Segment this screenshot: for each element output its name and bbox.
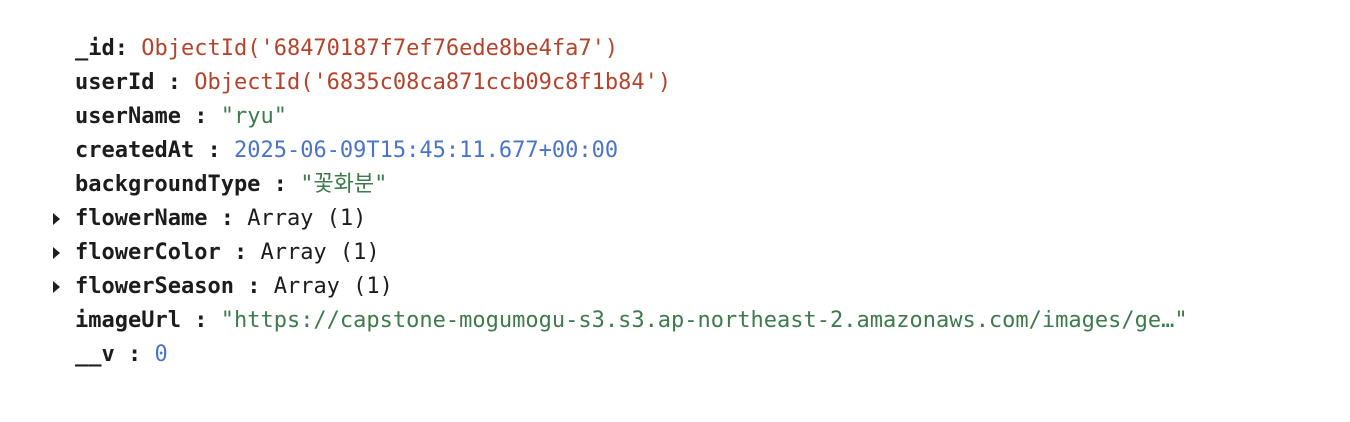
- field-value: Array (1): [260, 240, 380, 265]
- field-value: 2025-06-09T15:45:11.677+00:00: [233, 138, 619, 163]
- field-key: _id: [75, 36, 115, 61]
- field-value: 0: [154, 342, 168, 367]
- field-row-createdat: createdAt : 2025-06-09T15:45:11.677+00:0…: [48, 134, 1188, 168]
- field-value: "꽃화분": [300, 172, 388, 197]
- field-value: Array (1): [247, 206, 367, 231]
- caret-right-icon[interactable]: [50, 270, 64, 304]
- field-separator: :: [114, 342, 155, 367]
- field-value: ObjectId('6835c08ca871ccb09c8f1b84'): [194, 70, 672, 95]
- field-key: backgroundType: [75, 172, 261, 197]
- field-row-backgroundtype: backgroundType : "꽃화분": [48, 168, 1188, 202]
- field-separator: :: [180, 308, 221, 333]
- field-row-version: __v : 0: [48, 338, 1188, 372]
- field-value: "ryu": [220, 104, 287, 129]
- field-row-id: _id: ObjectId('68470187f7ef76ede8be4fa7'…: [48, 32, 1188, 66]
- caret-right-icon[interactable]: [50, 202, 64, 236]
- field-key: createdAt: [75, 138, 195, 163]
- field-separator: :: [207, 206, 248, 231]
- field-value: "https://capstone-mogumogu-s3.s3.ap-nort…: [220, 308, 1188, 333]
- field-separator: :: [154, 70, 195, 95]
- field-key: flowerSeason: [75, 274, 234, 299]
- caret-right-icon[interactable]: [50, 236, 64, 270]
- field-key: flowerName: [75, 206, 208, 231]
- field-key: userName: [75, 104, 181, 129]
- field-separator: :: [220, 240, 261, 265]
- field-value: ObjectId('68470187f7ef76ede8be4fa7'): [141, 36, 619, 61]
- field-row-userid: userId : ObjectId('6835c08ca871ccb09c8f1…: [48, 66, 1188, 100]
- field-separator: :: [194, 138, 234, 163]
- document-viewer: _id: ObjectId('68470187f7ef76ede8be4fa7'…: [48, 32, 1188, 372]
- field-row-flowerseason[interactable]: flowerSeason : Array (1): [48, 270, 1188, 304]
- field-row-imageurl: imageUrl : "https://capstone-mogumogu-s3…: [48, 304, 1188, 338]
- field-row-flowercolor[interactable]: flowerColor : Array (1): [48, 236, 1188, 270]
- field-separator: :: [114, 36, 142, 61]
- field-key: flowerColor: [75, 240, 221, 265]
- field-key: userId: [75, 70, 155, 95]
- field-row-flowername[interactable]: flowerName : Array (1): [48, 202, 1188, 236]
- field-key: __v: [75, 342, 115, 367]
- field-key: imageUrl: [75, 308, 181, 333]
- field-row-username: userName : "ryu": [48, 100, 1188, 134]
- field-separator: :: [260, 172, 301, 197]
- field-separator: :: [180, 104, 221, 129]
- field-separator: :: [233, 274, 274, 299]
- field-value: Array (1): [273, 274, 393, 299]
